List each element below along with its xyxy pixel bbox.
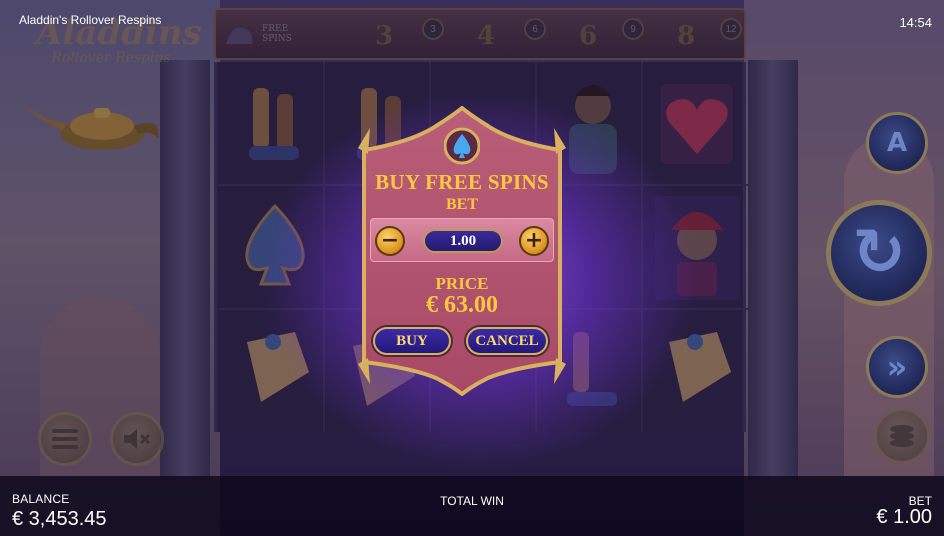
- spin-button[interactable]: ↻: [826, 200, 932, 306]
- app-title: Aladdin's Rollover Respins: [19, 13, 162, 27]
- game-stage: Aladdins Rollover Respins FREE SPINS 3 4…: [0, 0, 944, 536]
- bet-value-field: 1.00: [423, 229, 503, 253]
- total-win-label: TOTAL WIN: [440, 494, 504, 508]
- decrease-bet-button[interactable]: −: [375, 226, 405, 256]
- buy-free-spins-dialog: BUY FREE SPINS BET − 1.00 + PRICE € 63.0…: [356, 106, 568, 396]
- increase-bet-button[interactable]: +: [519, 226, 549, 256]
- menu-button[interactable]: [38, 412, 92, 466]
- autoplay-icon: A: [886, 128, 908, 158]
- dialog-bet-label: BET: [445, 196, 478, 213]
- price-label: PRICE: [435, 274, 489, 293]
- hamburger-menu-icon: [52, 429, 78, 449]
- spade-emblem-icon: [444, 127, 480, 165]
- spin-icon: ↻: [852, 216, 906, 290]
- price-value: € 63.00: [426, 292, 498, 318]
- clock: 14:54: [899, 15, 932, 30]
- dialog-title: BUY FREE SPINS: [375, 170, 549, 194]
- sound-toggle-button[interactable]: [110, 412, 164, 466]
- coin-stack-icon: [890, 425, 914, 447]
- speaker-muted-icon: [124, 429, 151, 449]
- buy-button[interactable]: BUY: [373, 327, 451, 355]
- autoplay-button[interactable]: A: [866, 112, 928, 174]
- balance-value: € 3,453.45: [12, 508, 107, 530]
- bet-stepper: − 1.00 +: [370, 218, 554, 262]
- bet-value: € 1.00: [876, 506, 932, 528]
- turbo-button[interactable]: »: [866, 336, 928, 398]
- fast-forward-icon: »: [886, 348, 908, 386]
- cancel-button[interactable]: CANCEL: [466, 327, 548, 355]
- bet-settings-button[interactable]: [874, 408, 930, 464]
